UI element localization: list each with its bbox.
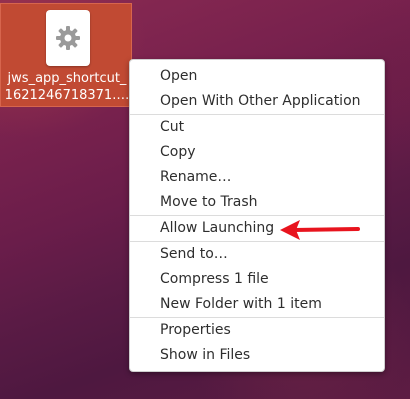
- menu-item-rename[interactable]: Rename…: [130, 165, 384, 190]
- menu-item-new-folder-with-item[interactable]: New Folder with 1 item: [130, 292, 384, 317]
- file-label-line2: 1621246718371.…: [4, 88, 130, 103]
- menu-item-move-to-trash[interactable]: Move to Trash: [130, 190, 384, 215]
- menu-item-open[interactable]: Open: [130, 64, 384, 89]
- menu-item-compress[interactable]: Compress 1 file: [130, 267, 384, 292]
- desktop-file-item[interactable]: jws_app_shortcut_ 1621246718371.…: [0, 3, 132, 107]
- context-menu: Open Open With Other Application Cut Cop…: [129, 59, 385, 372]
- menu-item-properties[interactable]: Properties: [130, 318, 384, 343]
- gear-icon: [56, 26, 80, 50]
- menu-item-show-in-files[interactable]: Show in Files: [130, 343, 384, 368]
- menu-item-cut[interactable]: Cut: [130, 115, 384, 140]
- red-arrow-annotation: [280, 220, 360, 240]
- menu-item-open-with[interactable]: Open With Other Application: [130, 89, 384, 114]
- menu-item-copy[interactable]: Copy: [130, 140, 384, 165]
- file-label-line1: jws_app_shortcut_: [7, 71, 127, 86]
- file-thumbnail: [46, 10, 90, 66]
- menu-item-send-to[interactable]: Send to…: [130, 242, 384, 267]
